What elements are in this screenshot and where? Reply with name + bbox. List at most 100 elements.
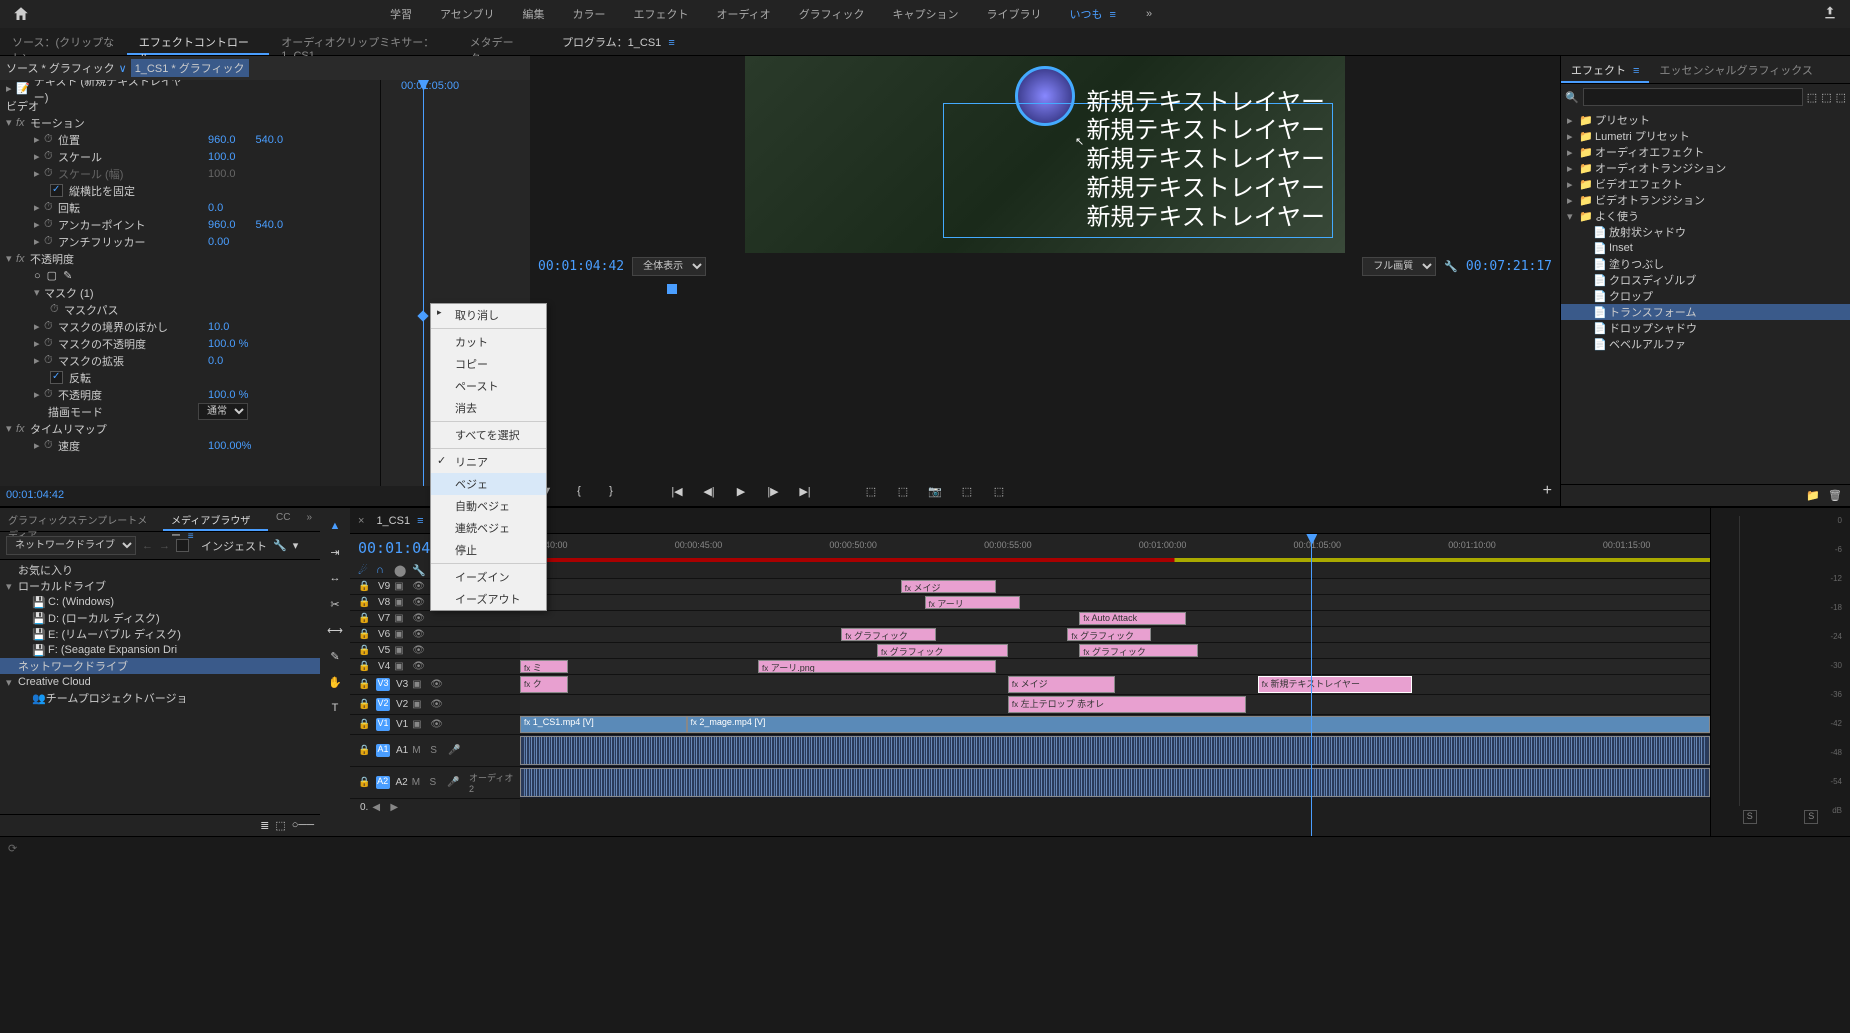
video-track-header[interactable]: 🔒V5▣👁 bbox=[350, 642, 520, 658]
stopwatch-icon[interactable]: ⏱ bbox=[44, 167, 58, 180]
rect-mask-icon[interactable]: ▢ bbox=[47, 269, 57, 282]
tab-audio-mixer[interactable]: オーディオクリップミキサー：1_CS1 bbox=[269, 28, 457, 55]
media-browser-tree[interactable]: お気に入り▾ローカルドライブ💾C: (Windows)💾D: (ローカル ディス… bbox=[0, 560, 320, 814]
zoom-dropdown[interactable]: 全体表示 bbox=[632, 257, 706, 276]
timeline-clip[interactable]: fx ク bbox=[520, 676, 568, 693]
wrench-icon[interactable]: 🔧 bbox=[1444, 260, 1458, 273]
preset-icon[interactable]: ⬚ bbox=[1807, 91, 1817, 104]
checkbox[interactable] bbox=[50, 371, 63, 384]
snap-icon[interactable]: ☄ bbox=[358, 564, 372, 577]
effects-tree-item[interactable]: 📄クロップ bbox=[1561, 288, 1850, 304]
effects-tree-item[interactable]: 📄放射状シャドウ bbox=[1561, 224, 1850, 240]
timeline-clip[interactable]: fx アーリ.png bbox=[758, 660, 996, 673]
video-track[interactable]: fx グラフィックfx グラフィック bbox=[520, 642, 1710, 658]
effects-tree-item[interactable]: ▸📁ビデオエフェクト bbox=[1561, 176, 1850, 192]
back-icon[interactable]: ← bbox=[142, 540, 153, 552]
audio-track-header[interactable]: 🔒A2A2MS🎤オーディオ 2 bbox=[350, 766, 520, 798]
timeline-clip[interactable]: fx 左上テロップ 赤オレ bbox=[1008, 696, 1246, 713]
video-track-header[interactable]: 🔒V6▣👁 bbox=[350, 626, 520, 642]
workspace-tab[interactable]: グラフィック bbox=[799, 6, 865, 22]
playhead-icon[interactable] bbox=[423, 80, 424, 486]
stopwatch-icon[interactable]: ⏱ bbox=[44, 439, 58, 452]
context-menu[interactable]: 取り消し▸カットコピーペースト消去すべてを選択リニア✓ベジェ自動ベジェ連続ベジェ… bbox=[430, 303, 547, 611]
video-track-header[interactable]: 🔒V3V3▣👁 bbox=[350, 674, 520, 694]
lock-icon[interactable]: 🔒 bbox=[358, 645, 372, 656]
workspace-tab[interactable]: カラー bbox=[572, 6, 605, 22]
sync-icon[interactable]: ⟳ bbox=[8, 842, 17, 855]
effects-tree-item[interactable]: ▸📁プリセット bbox=[1561, 112, 1850, 128]
track-target[interactable]: A2 bbox=[376, 776, 390, 789]
media-tree-item[interactable]: ▾ローカルドライブ bbox=[0, 578, 320, 594]
solo-button[interactable]: S bbox=[1743, 810, 1757, 824]
fwd-icon[interactable]: → bbox=[159, 540, 170, 552]
media-tree-item[interactable]: 👥チームプロジェクトバージョ bbox=[0, 690, 320, 706]
solo-button[interactable]: S bbox=[1804, 810, 1818, 824]
timeline-tracks[interactable]: 00:00:40:0000:00:45:0000:00:50:0000:00:5… bbox=[520, 534, 1710, 836]
export-icon[interactable] bbox=[1822, 5, 1838, 24]
program-viewport[interactable]: ↖ 新規テキストレイヤー 新規テキストレイヤー 新規テキストレイヤー 新規テキス… bbox=[745, 56, 1345, 253]
list-view-icon[interactable]: ≣ bbox=[260, 819, 269, 832]
checkbox[interactable] bbox=[50, 184, 63, 197]
toggle-output-icon[interactable]: ▣ bbox=[412, 679, 426, 690]
track-target[interactable]: V3 bbox=[376, 678, 390, 691]
toggle-output-icon[interactable]: ▣ bbox=[412, 699, 426, 710]
play-icon[interactable]: ▶ bbox=[732, 482, 750, 500]
toggle-output-icon[interactable]: ▣ bbox=[394, 597, 408, 608]
timeline-clip[interactable]: fx グラフィック bbox=[841, 628, 936, 641]
media-tree-item[interactable]: ネットワークドライブ bbox=[0, 658, 320, 674]
video-track-header[interactable]: 🔒V7▣👁 bbox=[350, 610, 520, 626]
keyframe-icon[interactable] bbox=[417, 310, 428, 321]
effects-tree-item[interactable]: ▸📁ビデオトランジション bbox=[1561, 192, 1850, 208]
lock-icon[interactable]: 🔒 bbox=[358, 777, 372, 788]
eye-icon[interactable]: 👁 bbox=[412, 645, 426, 656]
media-tree-item[interactable]: お気に入り bbox=[0, 562, 320, 578]
lock-icon[interactable]: 🔒 bbox=[358, 581, 372, 592]
context-menu-item[interactable]: 停止 bbox=[431, 539, 546, 561]
camera-icon[interactable]: 📷 bbox=[926, 482, 944, 500]
media-tree-item[interactable]: 💾E: (リムーバブル ディスク) bbox=[0, 626, 320, 642]
tab-essential-graphics[interactable]: エッセンシャルグラフィックス bbox=[1649, 56, 1822, 83]
timeline-clip[interactable]: fx グラフィック bbox=[1079, 644, 1198, 657]
workspace-tab[interactable]: オーディオ bbox=[716, 6, 770, 22]
in-point-icon[interactable]: { bbox=[570, 482, 588, 500]
context-menu-item[interactable]: ベジェ bbox=[431, 473, 546, 495]
hand-tool-icon[interactable]: ✋ bbox=[325, 672, 345, 692]
eye-icon[interactable]: 👁 bbox=[430, 679, 444, 690]
stopwatch-icon[interactable]: ⏱ bbox=[44, 150, 58, 163]
media-tree-item[interactable]: 💾F: (Seagate Expansion Dri bbox=[0, 642, 320, 658]
tab-program[interactable]: プログラム：1_CS1 ≡ bbox=[550, 28, 687, 55]
stopwatch-icon[interactable]: ⏱ bbox=[44, 133, 58, 146]
tab-metadata[interactable]: メタデータ bbox=[458, 28, 530, 55]
goto-in-icon[interactable]: |◀ bbox=[668, 482, 686, 500]
tab-source[interactable]: ソース：(クリップなし) bbox=[0, 28, 127, 55]
drive-dropdown[interactable]: ネットワークドライブ bbox=[6, 536, 136, 555]
media-tree-item[interactable]: ▾Creative Cloud bbox=[0, 674, 320, 690]
timeline-clip[interactable]: fx メイジ bbox=[901, 580, 996, 593]
video-track-header[interactable]: 🔒V2V2▣👁 bbox=[350, 694, 520, 714]
workspace-tab-active[interactable]: いつも ≡ bbox=[1069, 6, 1115, 22]
context-menu-item[interactable]: カット bbox=[431, 331, 546, 353]
context-menu-item[interactable]: イーズイン bbox=[431, 566, 546, 588]
video-track[interactable]: fx メイジ bbox=[520, 578, 1710, 594]
workspace-tab[interactable]: アセンブリ bbox=[440, 6, 494, 22]
voice-icon[interactable]: 🎤 bbox=[448, 745, 462, 756]
video-track-header[interactable]: 🔒V4▣👁 bbox=[350, 658, 520, 674]
context-menu-item[interactable]: ペースト bbox=[431, 375, 546, 397]
lock-icon[interactable]: 🔒 bbox=[358, 679, 372, 690]
video-track[interactable]: fx Auto Attack bbox=[520, 610, 1710, 626]
media-tree-item[interactable]: 💾D: (ローカル ディスク) bbox=[0, 610, 320, 626]
scrubber-playhead-icon[interactable] bbox=[667, 284, 677, 294]
toggle-output-icon[interactable]: ▣ bbox=[394, 645, 408, 656]
timeline-clip[interactable]: fx Auto Attack bbox=[1079, 612, 1186, 625]
toggle-output-icon[interactable]: ▣ bbox=[394, 661, 408, 672]
link-icon[interactable]: ∩ bbox=[376, 564, 390, 576]
workspace-tab[interactable]: ライブラリ bbox=[986, 6, 1041, 22]
lock-icon[interactable]: 🔒 bbox=[358, 613, 372, 624]
stopwatch-icon[interactable]: ⏱ bbox=[44, 354, 58, 367]
tab-overflow[interactable]: » bbox=[298, 508, 320, 531]
preset-icon[interactable]: ⬚ bbox=[1821, 91, 1831, 104]
toggle-output-icon[interactable]: ▣ bbox=[394, 629, 408, 640]
timeline-ruler[interactable]: 00:00:40:0000:00:45:0000:00:50:0000:00:5… bbox=[520, 534, 1710, 562]
timeline-clip[interactable]: fx 2_mage.mp4 [V] bbox=[687, 716, 1710, 733]
lock-icon[interactable]: 🔒 bbox=[358, 661, 372, 672]
